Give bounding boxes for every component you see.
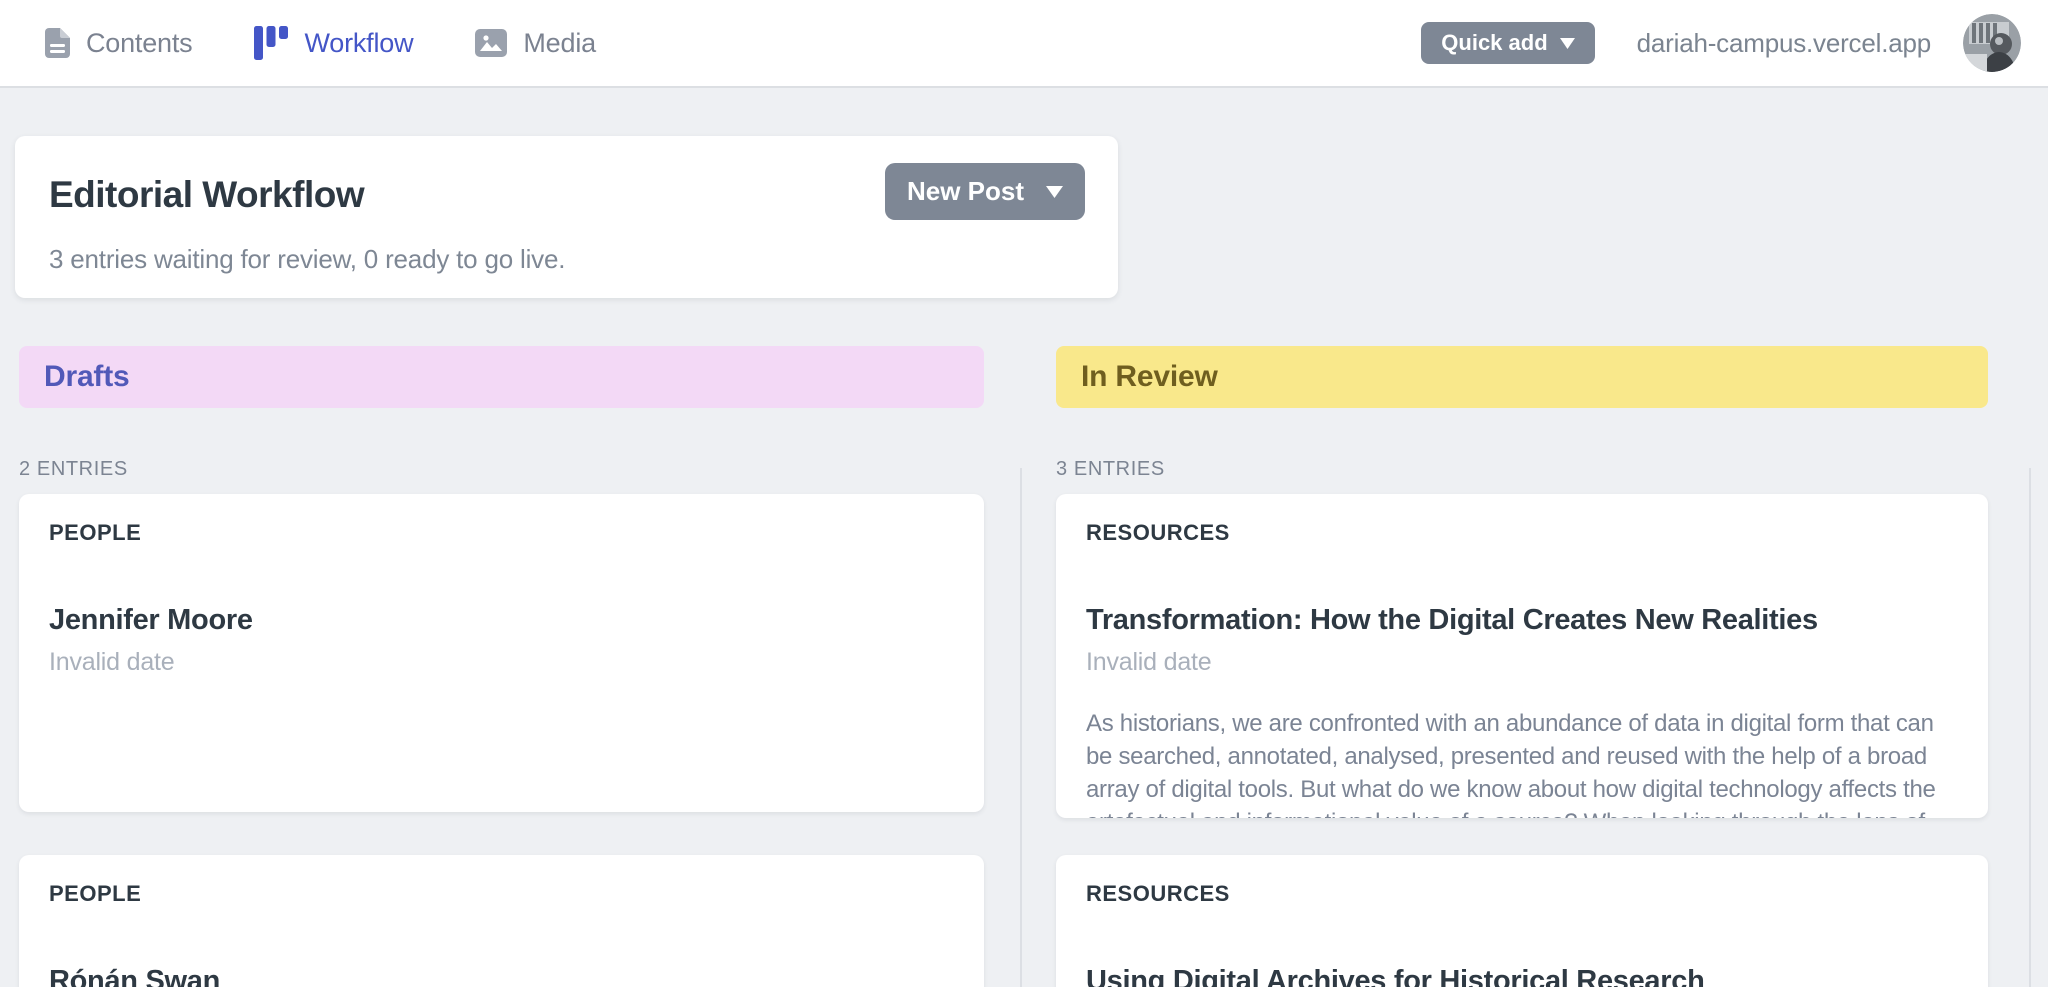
site-url-link[interactable]: dariah-campus.vercel.app: [1637, 28, 1931, 59]
column-divider: [2029, 468, 2031, 987]
workflow-card[interactable]: PEOPLE Rónán Swan: [19, 855, 984, 987]
caret-down-icon: [1046, 186, 1063, 198]
card-collection-label: RESOURCES: [1086, 881, 1958, 907]
column-drafts-header: Drafts: [19, 346, 984, 408]
quick-add-label: Quick add: [1441, 30, 1547, 56]
workflow-status-text: 3 entries waiting for review, 0 ready to…: [49, 244, 1118, 275]
user-avatar[interactable]: [1963, 14, 2021, 72]
nav-tab-media-label: Media: [523, 28, 596, 59]
main-nav: Contents Workflow Media: [45, 26, 596, 60]
card-title: Rónán Swan: [49, 963, 954, 987]
column-in-review: In Review 3 ENTRIES RESOURCES Transforma…: [1056, 346, 1988, 987]
card-collection-label: PEOPLE: [49, 520, 954, 546]
card-collection-label: PEOPLE: [49, 881, 954, 907]
column-in-review-entries-count: 3 ENTRIES: [1056, 458, 1165, 481]
nav-tab-workflow-label: Workflow: [304, 28, 413, 59]
editorial-workflow-app: Contents Workflow Media Quick add: [0, 0, 2048, 987]
card-title: Transformation: How the Digital Creates …: [1086, 602, 1958, 638]
new-post-button[interactable]: New Post: [885, 163, 1085, 220]
card-collection-label: RESOURCES: [1086, 520, 1958, 546]
caret-down-icon: [1560, 38, 1575, 49]
column-drafts: Drafts 2 ENTRIES PEOPLE Jennifer Moore I…: [19, 346, 984, 987]
card-title: Using Digital Archives for Historical Re…: [1086, 963, 1958, 987]
quick-add-button[interactable]: Quick add: [1421, 22, 1594, 64]
media-image-icon: [475, 29, 507, 57]
topbar: Contents Workflow Media Quick add: [0, 0, 2048, 88]
column-in-review-title: In Review: [1081, 360, 1218, 394]
new-post-label: New Post: [907, 176, 1024, 207]
card-excerpt: As historians, we are confronted with an…: [1086, 707, 1958, 818]
nav-tab-workflow[interactable]: Workflow: [254, 26, 413, 60]
column-drafts-title: Drafts: [44, 360, 130, 394]
card-date: Invalid date: [49, 647, 954, 677]
column-drafts-entries-count: 2 ENTRIES: [19, 458, 128, 481]
nav-tab-media[interactable]: Media: [475, 28, 596, 59]
document-icon: [45, 28, 70, 58]
card-title: Jennifer Moore: [49, 602, 954, 638]
nav-tab-contents-label: Contents: [86, 28, 192, 59]
workflow-card[interactable]: RESOURCES Using Digital Archives for His…: [1056, 855, 1988, 987]
topbar-right: Quick add dariah-campus.vercel.app: [1421, 14, 2021, 72]
nav-tab-contents[interactable]: Contents: [45, 28, 192, 59]
card-date: Invalid date: [1086, 647, 1958, 677]
workflow-summary-card: Editorial Workflow 3 entries waiting for…: [15, 136, 1118, 298]
workflow-board-icon: [254, 26, 288, 60]
workflow-card[interactable]: PEOPLE Jennifer Moore Invalid date: [19, 494, 984, 812]
column-divider: [1020, 468, 1022, 987]
column-in-review-header: In Review: [1056, 346, 1988, 408]
workflow-card[interactable]: RESOURCES Transformation: How the Digita…: [1056, 494, 1988, 818]
